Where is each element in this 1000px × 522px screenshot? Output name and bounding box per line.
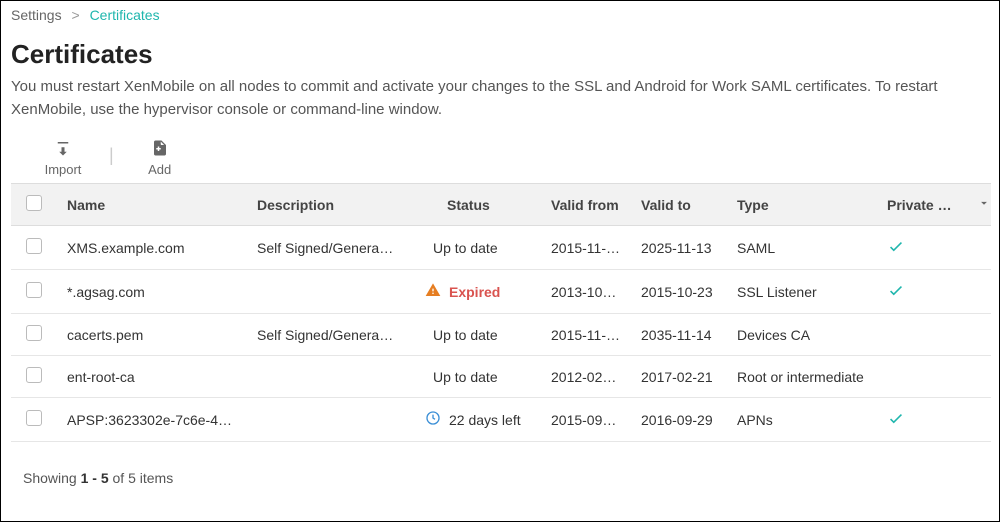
cell-private-key xyxy=(877,398,967,442)
cell-valid-from: 2012-02-22 xyxy=(541,356,631,398)
cell-description: Self Signed/Generated xyxy=(247,226,405,270)
breadcrumb-parent[interactable]: Settings xyxy=(11,7,62,23)
import-button[interactable]: Import xyxy=(41,139,85,177)
page-description: You must restart XenMobile on all nodes … xyxy=(11,76,989,121)
cell-status: Expired xyxy=(405,270,541,314)
table-row[interactable]: cacerts.pemSelf Signed/Generated Up to da… xyxy=(11,314,991,356)
table-row[interactable]: *.agsag.com Expired 2013-10-232015-10-23SS… xyxy=(11,270,991,314)
footer-suffix: items xyxy=(136,470,173,486)
cell-private-key xyxy=(877,356,967,398)
row-checkbox[interactable] xyxy=(26,367,42,383)
row-checkbox[interactable] xyxy=(26,325,42,341)
status-text: Up to date xyxy=(433,369,498,385)
cell-private-key xyxy=(877,226,967,270)
breadcrumb: Settings > Certificates xyxy=(11,5,989,39)
header-type[interactable]: Type xyxy=(727,184,877,226)
cell-name: *.agsag.com xyxy=(57,270,247,314)
cell-private-key xyxy=(877,314,967,356)
cell-valid-from: 2015-11-16 xyxy=(541,314,631,356)
cell-status: Up to date xyxy=(405,314,541,356)
checkmark-icon xyxy=(887,286,905,302)
import-label: Import xyxy=(45,162,82,177)
cell-valid-from: 2015-09-30 xyxy=(541,398,631,442)
footer-prefix: Showing xyxy=(23,470,81,486)
footer-total: 5 xyxy=(128,470,136,486)
cell-name: ent-root-ca xyxy=(57,356,247,398)
footer-range: 1 - 5 xyxy=(81,470,109,486)
header-status[interactable]: Status xyxy=(405,184,541,226)
cell-valid-to: 2016-09-29 xyxy=(631,398,727,442)
certificates-table: Name Description Status Valid from Valid… xyxy=(11,183,991,442)
select-all-checkbox[interactable] xyxy=(26,195,42,211)
cell-type: Root or intermediate xyxy=(727,356,877,398)
cell-type: SAML xyxy=(727,226,877,270)
status-text: Expired xyxy=(449,284,500,300)
cell-valid-to: 2025-11-13 xyxy=(631,226,727,270)
row-checkbox[interactable] xyxy=(26,238,42,254)
cell-status: 22 days left xyxy=(405,398,541,442)
status-text: Up to date xyxy=(433,327,498,343)
header-valid-to[interactable]: Valid to xyxy=(631,184,727,226)
cell-description: Self Signed/Generated xyxy=(247,314,405,356)
header-chevron[interactable] xyxy=(967,184,991,226)
table-row[interactable]: APSP:3623302e-7c6e-4df8-aa9e 22 days left… xyxy=(11,398,991,442)
breadcrumb-separator: > xyxy=(71,7,79,23)
cell-private-key xyxy=(877,270,967,314)
cell-status: Up to date xyxy=(405,356,541,398)
header-valid-from[interactable]: Valid from xyxy=(541,184,631,226)
header-checkbox-cell xyxy=(11,184,57,226)
cell-type: APNs xyxy=(727,398,877,442)
cell-description xyxy=(247,398,405,442)
cell-valid-from: 2015-11-16 xyxy=(541,226,631,270)
cell-type: Devices CA xyxy=(727,314,877,356)
checkmark-icon xyxy=(887,242,905,258)
status-text: 22 days left xyxy=(449,412,521,428)
cell-status: Up to date xyxy=(405,226,541,270)
header-description[interactable]: Description xyxy=(247,184,405,226)
add-button[interactable]: Add xyxy=(138,139,182,177)
header-name[interactable]: Name xyxy=(57,184,247,226)
add-icon xyxy=(151,139,169,162)
cell-name: cacerts.pem xyxy=(57,314,247,356)
cell-description xyxy=(247,356,405,398)
footer-middle: of xyxy=(109,470,128,486)
status-text: Up to date xyxy=(433,240,498,256)
row-checkbox[interactable] xyxy=(26,282,42,298)
toolbar: Import | Add xyxy=(11,139,989,177)
pagination-summary: Showing 1 - 5 of 5 items xyxy=(11,442,989,486)
toolbar-divider: | xyxy=(109,145,114,172)
cell-name: XMS.example.com xyxy=(57,226,247,270)
cell-name: APSP:3623302e-7c6e-4df8-aa9e xyxy=(57,398,247,442)
import-icon xyxy=(54,139,72,162)
page-title: Certificates xyxy=(11,39,989,70)
cell-type: SSL Listener xyxy=(727,270,877,314)
header-private-key[interactable]: Private key xyxy=(877,184,967,226)
warning-triangle-icon xyxy=(425,282,441,301)
table-row[interactable]: XMS.example.comSelf Signed/Generated Up t… xyxy=(11,226,991,270)
cell-valid-from: 2013-10-23 xyxy=(541,270,631,314)
cell-valid-to: 2017-02-21 xyxy=(631,356,727,398)
table-header-row: Name Description Status Valid from Valid… xyxy=(11,184,991,226)
cell-valid-to: 2015-10-23 xyxy=(631,270,727,314)
cell-description xyxy=(247,270,405,314)
clock-icon xyxy=(425,410,441,429)
row-checkbox[interactable] xyxy=(26,410,42,426)
add-label: Add xyxy=(148,162,171,177)
table-row[interactable]: ent-root-ca Up to date 2012-02-222017-02-2… xyxy=(11,356,991,398)
breadcrumb-current: Certificates xyxy=(90,7,160,23)
cell-valid-to: 2035-11-14 xyxy=(631,314,727,356)
checkmark-icon xyxy=(887,414,905,430)
